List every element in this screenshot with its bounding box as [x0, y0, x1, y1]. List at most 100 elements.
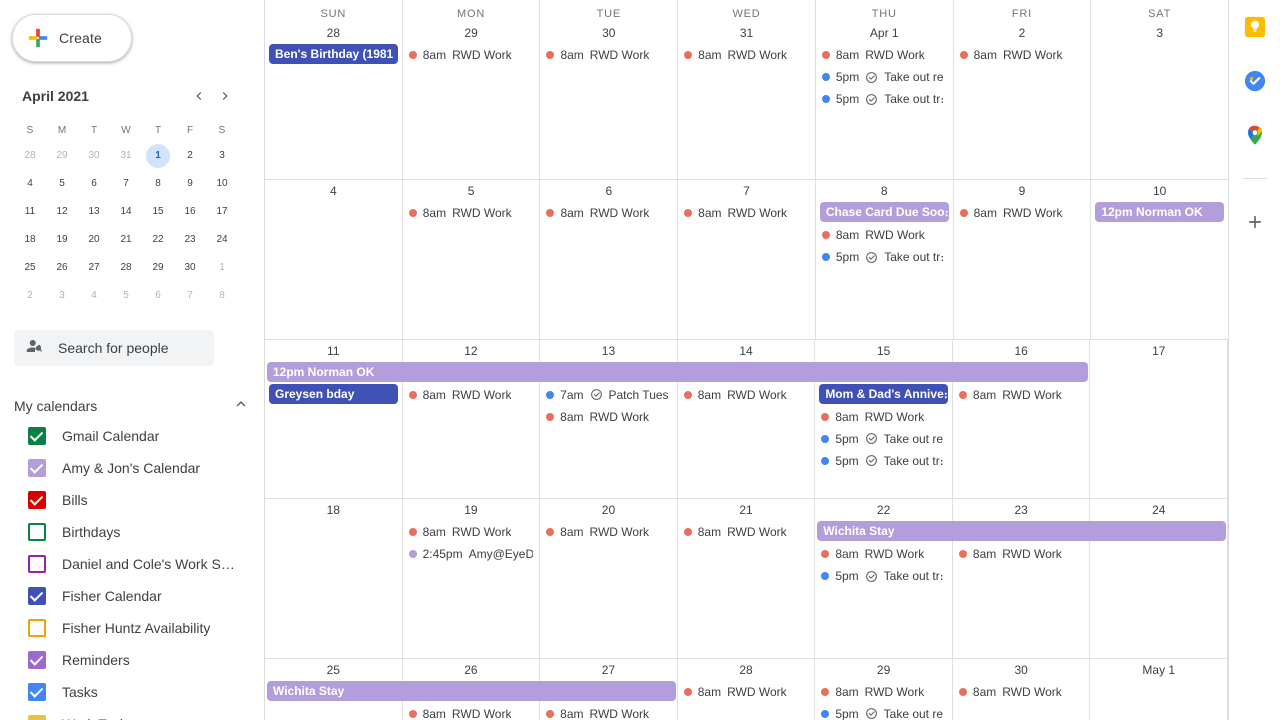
mini-calendar-day[interactable]: 17	[206, 198, 238, 226]
calendar-list-item[interactable]: Tasks	[0, 676, 264, 708]
timed-event[interactable]: 8am RWD Work	[955, 543, 1088, 565]
mini-calendar-day[interactable]: 2	[14, 282, 46, 310]
mini-calendar-day[interactable]: 31	[110, 142, 142, 170]
plus-icon[interactable]	[1242, 209, 1268, 235]
mini-calendar-day[interactable]: 18	[14, 226, 46, 254]
mini-calendar-day[interactable]: 10	[206, 170, 238, 198]
day-number[interactable]: 17	[1090, 340, 1227, 362]
day-number[interactable]: May 1	[1090, 659, 1227, 681]
mini-calendar-day[interactable]: 28	[14, 142, 46, 170]
timed-event[interactable]: 8am RWD Work	[818, 224, 951, 246]
day-number[interactable]: 27	[540, 659, 677, 681]
timed-event[interactable]: 8am RWD Work	[542, 202, 675, 224]
timed-event[interactable]: 8am RWD Work	[405, 44, 538, 66]
all-day-event-chip[interactable]: 12pm Norman OK	[1095, 202, 1225, 222]
day-number[interactable]: 7	[678, 180, 815, 202]
all-day-event-chip[interactable]: Ben's Birthday (1981	[269, 44, 398, 64]
day-cell[interactable]: 20 8am RWD Work	[540, 499, 678, 658]
mini-calendar-day[interactable]: 27	[78, 254, 110, 282]
mini-calendar-day[interactable]: 1	[142, 142, 174, 170]
timed-event[interactable]: 8am RWD Work	[542, 521, 675, 543]
calendar-checkbox[interactable]	[28, 619, 46, 637]
day-cell[interactable]: May 1	[1090, 658, 1228, 720]
mini-calendar-prev-button[interactable]	[186, 83, 212, 109]
calendar-checkbox[interactable]	[28, 459, 46, 477]
google-keep-icon[interactable]	[1242, 14, 1268, 40]
day-cell[interactable]: 5 8am RWD Work	[403, 180, 541, 339]
multi-day-event-banner[interactable]: Wichita Stay	[267, 680, 676, 701]
mini-calendar-day[interactable]: 23	[174, 226, 206, 254]
calendar-checkbox[interactable]	[28, 427, 46, 445]
day-number[interactable]: 4	[265, 180, 402, 202]
mini-calendar-day[interactable]: 12	[46, 198, 78, 226]
mini-calendar-day[interactable]: 4	[14, 170, 46, 198]
day-number[interactable]: 5	[403, 180, 540, 202]
timed-event[interactable]: 8am RWD Work	[955, 681, 1088, 703]
timed-event[interactable]: 8am RWD Work	[956, 202, 1089, 224]
mini-calendar-day[interactable]: 14	[110, 198, 142, 226]
calendar-checkbox[interactable]	[28, 587, 46, 605]
mini-calendar-day[interactable]: 25	[14, 254, 46, 282]
mini-calendar-day[interactable]: 15	[142, 198, 174, 226]
day-cell[interactable]: 6 8am RWD Work	[540, 180, 679, 339]
mini-calendar-day[interactable]: 29	[142, 254, 174, 282]
timed-event[interactable]: 8am RWD Work	[817, 543, 950, 565]
mini-calendar-day[interactable]: 21	[110, 226, 142, 254]
mini-calendar-day[interactable]: 6	[78, 170, 110, 198]
day-cell[interactable]: THU Apr 1 8am RWD Work 5pm Take out re 5pm Take…	[816, 0, 954, 179]
timed-event[interactable]: 8am RWD Work	[680, 44, 813, 66]
mini-calendar-day[interactable]: 8	[142, 170, 174, 198]
day-number[interactable]: 29	[403, 22, 540, 44]
multi-day-event-banner[interactable]: 12pm Norman OK	[267, 361, 1089, 382]
timed-event[interactable]: 8am RWD Work	[680, 681, 813, 703]
day-number[interactable]: 12	[403, 340, 540, 362]
day-cell[interactable]: 29 8am RWD Work 5pm Take out re	[815, 658, 953, 720]
day-number[interactable]: 29	[815, 659, 952, 681]
calendar-list-item[interactable]: Daniel and Cole's Work Sc…	[0, 548, 264, 580]
all-day-event-chip[interactable]: Mom & Dad's Annive։	[819, 383, 948, 404]
calendar-list-item[interactable]: Gmail Calendar	[0, 420, 264, 452]
timed-event[interactable]: 8am RWD Work	[817, 681, 950, 703]
day-cell[interactable]: 18	[265, 499, 403, 658]
mini-calendar-day[interactable]: 11	[14, 198, 46, 226]
timed-event[interactable]: 5pm Take out re	[818, 66, 951, 88]
day-cell[interactable]: 9 8am RWD Work	[954, 180, 1092, 339]
day-cell[interactable]: SAT 3	[1091, 0, 1228, 179]
day-number[interactable]: 30	[540, 22, 677, 44]
calendar-checkbox[interactable]	[28, 555, 46, 573]
day-number[interactable]: 20	[540, 499, 677, 521]
day-number[interactable]: 16	[953, 340, 1090, 362]
search-people-input[interactable]: Search for people	[14, 330, 214, 366]
calendar-list-item[interactable]: Amy & Jon's Calendar	[0, 452, 264, 484]
day-number[interactable]: 28	[678, 659, 815, 681]
my-calendars-header[interactable]: My calendars	[0, 392, 264, 420]
timed-event[interactable]: 5pm Take out re	[817, 428, 950, 450]
calendar-checkbox[interactable]	[28, 715, 46, 720]
day-number[interactable]: 23	[953, 499, 1090, 521]
day-number[interactable]: 9	[954, 180, 1091, 202]
day-number[interactable]: 13	[540, 340, 677, 362]
mini-calendar-day[interactable]: 2	[174, 142, 206, 170]
google-maps-icon[interactable]	[1242, 122, 1268, 148]
timed-event[interactable]: 5pm Take out tr։	[818, 246, 951, 268]
mini-calendar-day[interactable]: 3	[46, 282, 78, 310]
day-number[interactable]: 11	[265, 340, 402, 362]
timed-event[interactable]: 5pm Take out tr։	[817, 450, 950, 472]
day-cell[interactable]: 8 Chase Card Due Soo։ 8am RWD Work 5pm Take o…	[816, 180, 954, 339]
create-button[interactable]: Create	[12, 14, 132, 62]
day-cell[interactable]: 19 8am RWD Work 2:45pm Amy@EyeD	[403, 499, 541, 658]
google-tasks-icon[interactable]	[1242, 68, 1268, 94]
day-number[interactable]: 21	[678, 499, 815, 521]
day-number[interactable]: 10	[1091, 180, 1228, 202]
calendar-list-item[interactable]: Reminders	[0, 644, 264, 676]
calendar-checkbox[interactable]	[28, 683, 46, 701]
day-cell[interactable]: 4	[265, 180, 403, 339]
calendar-list-item[interactable]: Fisher Huntz Availability	[0, 612, 264, 644]
mini-calendar-day[interactable]: 9	[174, 170, 206, 198]
mini-calendar-day[interactable]: 16	[174, 198, 206, 226]
day-cell[interactable]: 7 8am RWD Work	[678, 180, 816, 339]
timed-event[interactable]: 8am RWD Work	[680, 521, 813, 543]
calendar-list-item[interactable]: Work Tasks	[0, 708, 264, 720]
day-number[interactable]: 26	[403, 659, 540, 681]
day-number[interactable]: 18	[265, 499, 402, 521]
